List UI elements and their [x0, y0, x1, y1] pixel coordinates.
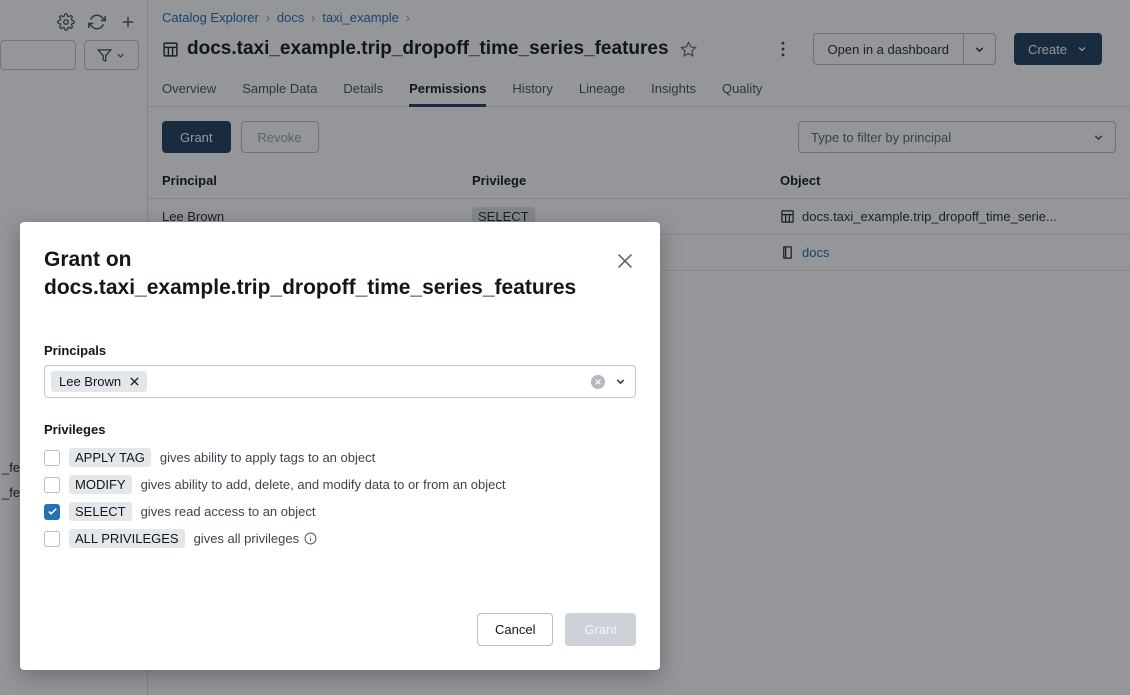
grant-dialog: Grant on docs.taxi_example.trip_dropoff_…: [20, 222, 660, 670]
principals-input[interactable]: Lee Brown: [44, 365, 636, 398]
grant-submit-button[interactable]: Grant: [565, 613, 636, 646]
privilege-row-apply-tag[interactable]: APPLY TAG gives ability to apply tags to…: [44, 444, 636, 471]
dialog-footer: Cancel Grant: [44, 613, 636, 670]
privileges-field: Privileges APPLY TAG gives ability to ap…: [44, 422, 636, 552]
dialog-title: Grant on docs.taxi_example.trip_dropoff_…: [44, 246, 589, 301]
privilege-description: gives all privileges: [194, 531, 300, 546]
checkbox-select[interactable]: [44, 504, 60, 520]
info-icon[interactable]: [304, 532, 317, 545]
principal-token[interactable]: Lee Brown: [51, 371, 147, 392]
principals-label: Principals: [44, 343, 636, 358]
privilege-row-all-privileges[interactable]: ALL PRIVILEGES gives all privileges: [44, 525, 636, 552]
privilege-row-select[interactable]: SELECT gives read access to an object: [44, 498, 636, 525]
clear-selection-icon[interactable]: [591, 375, 605, 389]
close-icon: [594, 378, 602, 386]
close-icon[interactable]: [614, 250, 636, 272]
privilege-name: APPLY TAG: [69, 448, 151, 467]
chevron-down-icon[interactable]: [614, 375, 627, 388]
checkbox-modify[interactable]: [44, 477, 60, 493]
privilege-description: gives ability to apply tags to an object: [160, 450, 375, 465]
privilege-row-modify[interactable]: MODIFY gives ability to add, delete, and…: [44, 471, 636, 498]
privilege-description: gives read access to an object: [141, 504, 316, 519]
remove-token-icon[interactable]: [129, 376, 140, 387]
privilege-description-wrap: gives all privileges: [194, 531, 318, 546]
privileges-label: Privileges: [44, 422, 636, 437]
privilege-name: MODIFY: [69, 475, 132, 494]
check-icon: [47, 506, 58, 517]
principal-token-label: Lee Brown: [59, 374, 121, 389]
privilege-description: gives ability to add, delete, and modify…: [141, 477, 506, 492]
checkbox-apply-tag[interactable]: [44, 450, 60, 466]
cancel-button[interactable]: Cancel: [477, 613, 553, 646]
privilege-name: SELECT: [69, 502, 132, 521]
dialog-header: Grant on docs.taxi_example.trip_dropoff_…: [44, 246, 636, 301]
checkbox-all-privileges[interactable]: [44, 531, 60, 547]
principals-field: Principals Lee Brown: [44, 343, 636, 398]
privilege-name: ALL PRIVILEGES: [69, 529, 185, 548]
